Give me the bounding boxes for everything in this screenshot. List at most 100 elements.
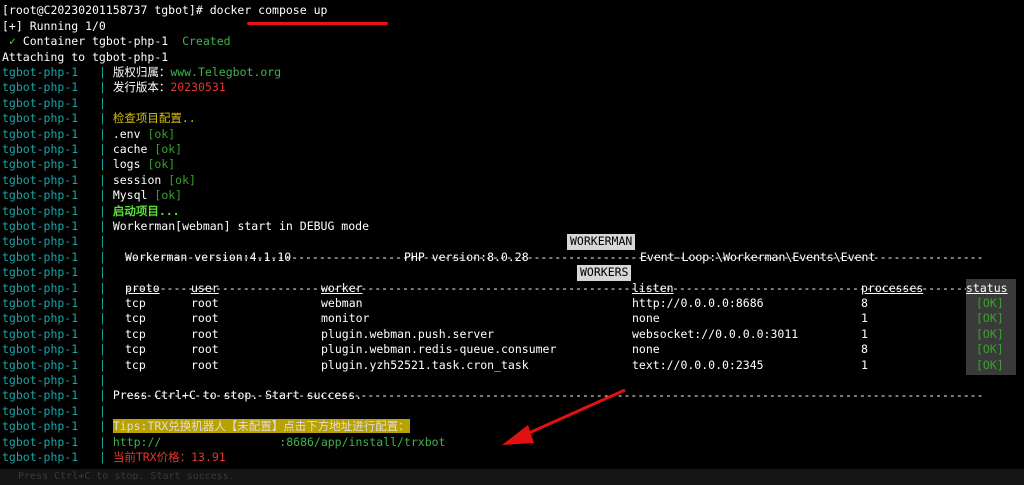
created-status: Created	[182, 34, 231, 48]
line-prefix: tgbot-php-1	[2, 388, 79, 403]
container-line: ✓ Container tgbot-php-1 Created	[8, 34, 231, 48]
line-separator: |	[98, 388, 106, 403]
check-item-status: [ok]	[147, 126, 176, 141]
check-item-status: [ok]	[168, 172, 196, 187]
line-prefix: tgbot-php-1	[2, 157, 79, 172]
log-line: tgbot-php-1 |	[2, 250, 113, 265]
log-line: tgbot-php-1 |	[2, 296, 113, 311]
line-separator: |	[98, 234, 106, 249]
log-line: tgbot-php-1 |	[2, 358, 113, 373]
check-item-name: logs	[112, 157, 141, 172]
worker-status: [OK]	[976, 311, 1004, 326]
worker-proto: tcp	[125, 326, 146, 341]
line-separator: |	[98, 280, 106, 295]
php-version: PHP version:8.0.28	[404, 249, 529, 264]
log-line: tgbot-php-1 |	[2, 311, 113, 326]
line-prefix: tgbot-php-1	[2, 111, 79, 126]
check-item-name: .env	[112, 126, 141, 141]
workers-header-proc: processes	[861, 280, 924, 295]
check-item-status: [ok]	[154, 142, 183, 156]
worker-status: [OK]	[976, 326, 1004, 341]
line-prefix: tgbot-php-1	[2, 419, 79, 434]
check-icon: ✓	[8, 34, 16, 48]
install-url-start[interactable]: http://	[113, 435, 161, 449]
worker-name: webman	[321, 296, 363, 310]
start-title: 启动项目...	[112, 203, 180, 218]
trx-price: 当前TRX价格：13.91	[112, 450, 226, 464]
worker-listen: text://0.0.0.0:2345	[632, 357, 764, 372]
worker-name: monitor	[321, 311, 370, 326]
log-line: tgbot-php-1 | 启动项目...	[2, 204, 180, 219]
line-separator: |	[98, 434, 106, 449]
prompt-userhost: [root@C20230201158737 tgbot]#	[2, 3, 210, 17]
worker-status: [OK]	[976, 342, 1004, 357]
workers-header-worker: worker	[321, 280, 363, 295]
debug-line: Workerman[webman] start in DEBUG mode	[112, 219, 370, 233]
workers-header-status: status	[966, 280, 1008, 295]
line-separator: |	[98, 65, 106, 79]
line-prefix: tgbot-php-1	[2, 80, 79, 95]
worker-status: [OK]	[976, 357, 1004, 372]
line-separator: |	[98, 342, 106, 357]
worker-proto: tcp	[125, 357, 146, 372]
line-separator: |	[98, 157, 106, 172]
log-line: tgbot-php-1 | Tips:TRX兑换机器人【未配置】点击下方地址进行…	[2, 419, 410, 434]
worker-user: root	[191, 326, 219, 341]
line-prefix: tgbot-php-1	[2, 434, 79, 449]
line-separator: |	[98, 357, 106, 372]
line-separator: |	[98, 203, 106, 218]
worker-status: [OK]	[976, 296, 1004, 310]
line-prefix: tgbot-php-1	[2, 373, 79, 387]
log-line: tgbot-php-1 |	[2, 327, 113, 342]
log-line: tgbot-php-1 | session [ok]	[2, 173, 196, 188]
line-separator: |	[98, 172, 106, 187]
log-line: tgbot-php-1 | --------------------------…	[2, 265, 984, 294]
line-prefix: tgbot-php-1	[2, 219, 79, 233]
command-underline-annotation	[247, 22, 388, 25]
line-separator: |	[98, 219, 106, 233]
log-line: tgbot-php-1 |	[2, 281, 113, 296]
worker-processes: 1	[861, 326, 868, 341]
version-value: 20230531	[170, 80, 226, 95]
line-separator: |	[98, 403, 106, 418]
line-prefix: tgbot-php-1	[2, 203, 79, 218]
tips-message: Tips:TRX兑换机器人【未配置】点击下方地址进行配置：	[112, 419, 410, 434]
log-line: tgbot-php-1 | cache [ok]	[2, 142, 182, 157]
line-separator: |	[98, 142, 106, 156]
log-line: tgbot-php-1 | 版权归属：www.Telegbot.org	[2, 65, 281, 80]
copyright-label: 版权归属：	[112, 65, 171, 79]
check-item-status: [ok]	[154, 188, 183, 203]
check-item-status: [ok]	[147, 157, 176, 172]
workers-banner: WORKERS	[577, 265, 632, 281]
line-prefix: tgbot-php-1	[2, 342, 79, 357]
line-separator: |	[98, 111, 106, 126]
log-line: tgbot-php-1 | 当前TRX价格：13.91	[2, 450, 226, 465]
log-line: tgbot-php-1 | 检查项目配置..	[2, 111, 196, 126]
line-prefix: tgbot-php-1	[2, 311, 79, 326]
line-prefix: tgbot-php-1	[2, 450, 79, 464]
line-separator: |	[98, 265, 106, 280]
attaching-line: Attaching to tgbot-php-1	[2, 50, 169, 64]
prompt-line: [root@C20230201158737 tgbot]# docker com…	[2, 3, 327, 18]
worker-proto: tcp	[125, 311, 146, 326]
install-url-end[interactable]: :8686/app/install/trxbot	[279, 435, 445, 449]
bottom-ghost-strip: Press Ctrl+C to stop. Start success.	[0, 469, 1024, 485]
worker-processes: 1	[861, 357, 868, 372]
worker-name: plugin.yzh52521.task.cron_task	[321, 357, 529, 372]
log-line: tgbot-php-1 | Workerman[webman] start in…	[2, 219, 369, 234]
log-line: tgbot-php-1 |	[2, 404, 113, 419]
worker-listen: none	[632, 311, 660, 326]
line-separator: |	[98, 311, 106, 326]
log-line: tgbot-php-1 | http:// :8686/app/install/t…	[2, 435, 445, 450]
worker-listen: http://0.0.0.0:8686	[632, 296, 764, 310]
line-prefix: tgbot-php-1	[2, 95, 79, 110]
workerman-version: Workerman version:4.1.10	[125, 249, 292, 264]
worker-proto: tcp	[125, 342, 146, 357]
log-line: tgbot-php-1 | .env [ok]	[2, 127, 175, 142]
version-label: 发行版本：	[112, 80, 171, 95]
terminal-window[interactable]: [root@C20230201158737 tgbot]# docker com…	[0, 0, 1024, 469]
log-line: tgbot-php-1 | Mysql [ok]	[2, 188, 182, 203]
worker-user: root	[191, 357, 219, 372]
check-title: 检查项目配置..	[112, 111, 196, 126]
worker-name: plugin.webman.push.server	[321, 326, 495, 341]
